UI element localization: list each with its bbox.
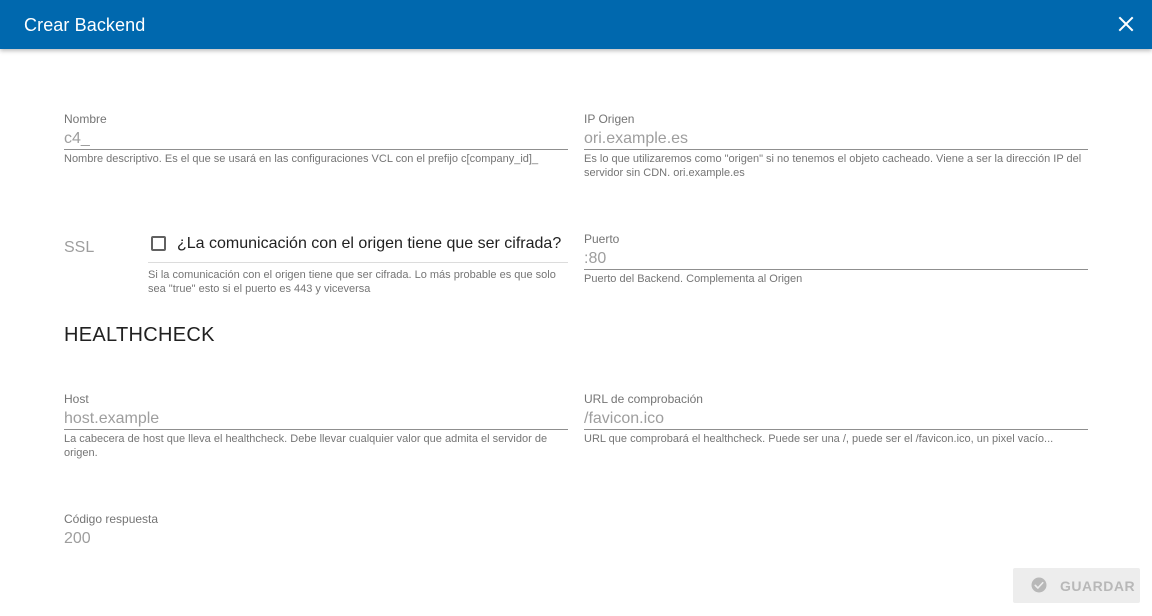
ssl-field: ¿La comunicación con el origen tiene que… [148, 230, 568, 296]
ip-origen-hint: Es lo que utilizaremos como "origen" si … [584, 153, 1082, 179]
puerto-label: Puerto [584, 232, 620, 246]
ip-origen-input[interactable]: ori.example.es [584, 126, 1088, 150]
close-icon [1118, 16, 1134, 32]
host-field: Host host.example La cabecera de host qu… [64, 392, 568, 460]
save-button[interactable]: GUARDAR [1013, 568, 1140, 603]
codigo-field: Código respuesta 200 [64, 512, 568, 550]
nombre-field: Nombre c4_ Nombre descriptivo. Es el que… [64, 112, 568, 166]
ssl-label: SSL [64, 239, 95, 256]
ssl-checkbox-row[interactable]: ¿La comunicación con el origen tiene que… [148, 230, 568, 263]
puerto-field: Puerto :80 Puerto del Backend. Complemen… [584, 232, 1088, 286]
puerto-hint: Puerto del Backend. Complementa al Orige… [584, 273, 803, 285]
healthcheck-heading: HEALTHCHECK [64, 324, 215, 346]
codigo-input[interactable]: 200 [64, 526, 568, 550]
puerto-input[interactable]: :80 [584, 246, 1088, 270]
nombre-input[interactable]: c4_ [64, 126, 568, 150]
check-circle-icon [1031, 577, 1047, 593]
ip-origen-label: IP Origen [584, 112, 635, 126]
nombre-label: Nombre [64, 112, 107, 126]
save-button-label: GUARDAR [1060, 578, 1136, 594]
url-input[interactable]: /favicon.ico [584, 406, 1088, 430]
url-field: URL de comprobación /favicon.ico URL que… [584, 392, 1088, 446]
dialog-header: Crear Backend [0, 0, 1152, 49]
ssl-checkbox-label[interactable]: ¿La comunicación con el origen tiene que… [177, 234, 561, 254]
nombre-hint: Nombre descriptivo. Es el que se usará e… [64, 153, 539, 165]
ssl-checkbox[interactable] [151, 236, 166, 251]
close-button[interactable] [1114, 12, 1138, 36]
host-label: Host [64, 392, 89, 406]
codigo-label: Código respuesta [64, 512, 159, 526]
dialog-title: Crear Backend [24, 15, 146, 35]
ssl-hint: Si la comunicación con el origen tiene q… [148, 269, 556, 295]
host-input[interactable]: host.example [64, 406, 568, 430]
url-hint: URL que comprobará el healthcheck. Puede… [584, 433, 1054, 445]
host-hint: La cabecera de host que lleva el healthc… [64, 433, 548, 459]
ip-origen-field: IP Origen ori.example.es Es lo que utili… [584, 112, 1088, 180]
url-label: URL de comprobación [584, 392, 703, 406]
